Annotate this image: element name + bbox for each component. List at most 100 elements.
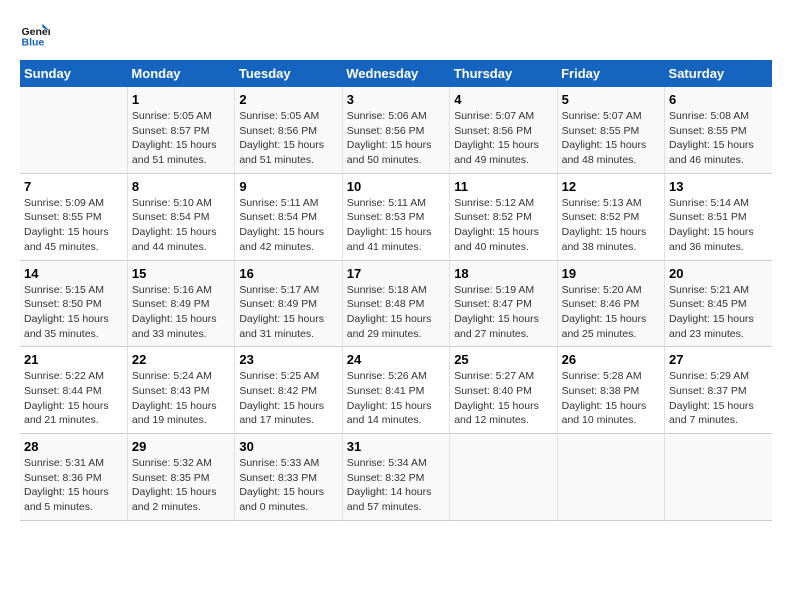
day-info: Sunrise: 5:07 AMSunset: 8:56 PMDaylight:…: [454, 109, 552, 168]
col-header-monday: Monday: [127, 60, 234, 87]
day-number: 3: [347, 92, 445, 107]
day-number: 14: [24, 266, 123, 281]
calendar-cell: 5 Sunrise: 5:07 AMSunset: 8:55 PMDaylight…: [557, 87, 664, 173]
calendar-cell: 4 Sunrise: 5:07 AMSunset: 8:56 PMDaylight…: [450, 87, 557, 173]
calendar-cell: 28 Sunrise: 5:31 AMSunset: 8:36 PMDayligh…: [20, 434, 127, 521]
calendar-cell: [450, 434, 557, 521]
calendar-cell: 8Sunrise: 5:10 AMSunset: 8:54 PMDaylight…: [127, 173, 234, 260]
calendar-cell: 13 Sunrise: 5:14 AMSunset: 8:51 PMDayligh…: [665, 173, 772, 260]
day-info: Sunrise: 5:29 AMSunset: 8:37 PMDaylight:…: [669, 369, 768, 428]
day-info: Sunrise: 5:33 AMSunset: 8:33 PMDaylight:…: [239, 456, 337, 515]
day-number: 24: [347, 352, 445, 367]
calendar-cell: 7Sunrise: 5:09 AMSunset: 8:55 PMDaylight…: [20, 173, 127, 260]
day-info: Sunrise: 5:21 AMSunset: 8:45 PMDaylight:…: [669, 283, 768, 342]
day-info: Sunrise: 5:08 AMSunset: 8:55 PMDaylight:…: [669, 109, 768, 168]
calendar-cell: 20 Sunrise: 5:21 AMSunset: 8:45 PMDayligh…: [665, 260, 772, 347]
header-row: SundayMondayTuesdayWednesdayThursdayFrid…: [20, 60, 772, 87]
day-info: Sunrise: 5:25 AMSunset: 8:42 PMDaylight:…: [239, 369, 337, 428]
logo-icon: General Blue: [20, 20, 50, 50]
day-info: Sunrise: 5:14 AMSunset: 8:51 PMDaylight:…: [669, 196, 768, 255]
calendar-cell: 17Sunrise: 5:18 AMSunset: 8:48 PMDayligh…: [342, 260, 449, 347]
page-header: General Blue: [20, 20, 772, 50]
day-info: Sunrise: 5:13 AMSunset: 8:52 PMDaylight:…: [562, 196, 660, 255]
calendar-cell: 29 Sunrise: 5:32 AMSunset: 8:35 PMDayligh…: [127, 434, 234, 521]
day-info: Sunrise: 5:28 AMSunset: 8:38 PMDaylight:…: [562, 369, 660, 428]
week-row-2: 7Sunrise: 5:09 AMSunset: 8:55 PMDaylight…: [20, 173, 772, 260]
day-info: Sunrise: 5:22 AMSunset: 8:44 PMDaylight:…: [24, 369, 123, 428]
day-number: 15: [132, 266, 230, 281]
day-number: 27: [669, 352, 768, 367]
day-number: 16: [239, 266, 337, 281]
day-info: Sunrise: 5:05 AMSunset: 8:57 PMDaylight:…: [132, 109, 230, 168]
day-info: Sunrise: 5:32 AMSunset: 8:35 PMDaylight:…: [132, 456, 230, 515]
svg-text:Blue: Blue: [22, 37, 45, 49]
day-number: 9: [239, 179, 337, 194]
day-number: 10: [347, 179, 445, 194]
col-header-tuesday: Tuesday: [235, 60, 342, 87]
day-number: 7: [24, 179, 123, 194]
calendar-cell: 15 Sunrise: 5:16 AMSunset: 8:49 PMDayligh…: [127, 260, 234, 347]
day-number: 31: [347, 439, 445, 454]
calendar-cell: 9 Sunrise: 5:11 AMSunset: 8:54 PMDaylight…: [235, 173, 342, 260]
day-info: Sunrise: 5:17 AMSunset: 8:49 PMDaylight:…: [239, 283, 337, 342]
calendar-cell: [665, 434, 772, 521]
day-info: Sunrise: 5:11 AMSunset: 8:54 PMDaylight:…: [239, 196, 337, 255]
col-header-friday: Friday: [557, 60, 664, 87]
day-info: Sunrise: 5:19 AMSunset: 8:47 PMDaylight:…: [454, 283, 552, 342]
week-row-1: 1 Sunrise: 5:05 AMSunset: 8:57 PMDaylight…: [20, 87, 772, 173]
day-info: Sunrise: 5:24 AMSunset: 8:43 PMDaylight:…: [132, 369, 230, 428]
day-number: 30: [239, 439, 337, 454]
calendar-header: SundayMondayTuesdayWednesdayThursdayFrid…: [20, 60, 772, 87]
col-header-thursday: Thursday: [450, 60, 557, 87]
week-row-4: 21Sunrise: 5:22 AMSunset: 8:44 PMDayligh…: [20, 347, 772, 434]
day-info: Sunrise: 5:18 AMSunset: 8:48 PMDaylight:…: [347, 283, 445, 342]
calendar-cell: 21Sunrise: 5:22 AMSunset: 8:44 PMDayligh…: [20, 347, 127, 434]
day-info: Sunrise: 5:06 AMSunset: 8:56 PMDaylight:…: [347, 109, 445, 168]
col-header-sunday: Sunday: [20, 60, 127, 87]
calendar-cell: 6Sunrise: 5:08 AMSunset: 8:55 PMDaylight…: [665, 87, 772, 173]
day-number: 1: [132, 92, 230, 107]
day-info: Sunrise: 5:31 AMSunset: 8:36 PMDaylight:…: [24, 456, 123, 515]
day-info: Sunrise: 5:27 AMSunset: 8:40 PMDaylight:…: [454, 369, 552, 428]
day-number: 19: [562, 266, 660, 281]
day-number: 13: [669, 179, 768, 194]
calendar-table: SundayMondayTuesdayWednesdayThursdayFrid…: [20, 60, 772, 521]
day-number: 26: [562, 352, 660, 367]
day-number: 22: [132, 352, 230, 367]
col-header-wednesday: Wednesday: [342, 60, 449, 87]
calendar-cell: 27 Sunrise: 5:29 AMSunset: 8:37 PMDayligh…: [665, 347, 772, 434]
day-number: 28: [24, 439, 123, 454]
day-info: Sunrise: 5:07 AMSunset: 8:55 PMDaylight:…: [562, 109, 660, 168]
day-number: 8: [132, 179, 230, 194]
week-row-5: 28 Sunrise: 5:31 AMSunset: 8:36 PMDayligh…: [20, 434, 772, 521]
day-info: Sunrise: 5:12 AMSunset: 8:52 PMDaylight:…: [454, 196, 552, 255]
calendar-cell: 26 Sunrise: 5:28 AMSunset: 8:38 PMDayligh…: [557, 347, 664, 434]
calendar-cell: 3 Sunrise: 5:06 AMSunset: 8:56 PMDaylight…: [342, 87, 449, 173]
calendar-cell: 1 Sunrise: 5:05 AMSunset: 8:57 PMDaylight…: [127, 87, 234, 173]
day-number: 18: [454, 266, 552, 281]
day-number: 11: [454, 179, 552, 194]
day-number: 2: [239, 92, 337, 107]
calendar-cell: [20, 87, 127, 173]
calendar-cell: 11 Sunrise: 5:12 AMSunset: 8:52 PMDayligh…: [450, 173, 557, 260]
day-number: 29: [132, 439, 230, 454]
col-header-saturday: Saturday: [665, 60, 772, 87]
calendar-cell: 2 Sunrise: 5:05 AMSunset: 8:56 PMDaylight…: [235, 87, 342, 173]
day-number: 4: [454, 92, 552, 107]
calendar-cell: 14 Sunrise: 5:15 AMSunset: 8:50 PMDayligh…: [20, 260, 127, 347]
day-info: Sunrise: 5:15 AMSunset: 8:50 PMDaylight:…: [24, 283, 123, 342]
day-info: Sunrise: 5:05 AMSunset: 8:56 PMDaylight:…: [239, 109, 337, 168]
day-info: Sunrise: 5:16 AMSunset: 8:49 PMDaylight:…: [132, 283, 230, 342]
day-number: 5: [562, 92, 660, 107]
calendar-cell: 19 Sunrise: 5:20 AMSunset: 8:46 PMDayligh…: [557, 260, 664, 347]
calendar-cell: 12 Sunrise: 5:13 AMSunset: 8:52 PMDayligh…: [557, 173, 664, 260]
day-info: Sunrise: 5:34 AMSunset: 8:32 PMDaylight:…: [347, 456, 445, 515]
day-number: 20: [669, 266, 768, 281]
calendar-cell: 22 Sunrise: 5:24 AMSunset: 8:43 PMDayligh…: [127, 347, 234, 434]
calendar-cell: 25Sunrise: 5:27 AMSunset: 8:40 PMDayligh…: [450, 347, 557, 434]
calendar-cell: [557, 434, 664, 521]
day-info: Sunrise: 5:20 AMSunset: 8:46 PMDaylight:…: [562, 283, 660, 342]
calendar-body: 1 Sunrise: 5:05 AMSunset: 8:57 PMDaylight…: [20, 87, 772, 520]
day-info: Sunrise: 5:26 AMSunset: 8:41 PMDaylight:…: [347, 369, 445, 428]
day-number: 12: [562, 179, 660, 194]
